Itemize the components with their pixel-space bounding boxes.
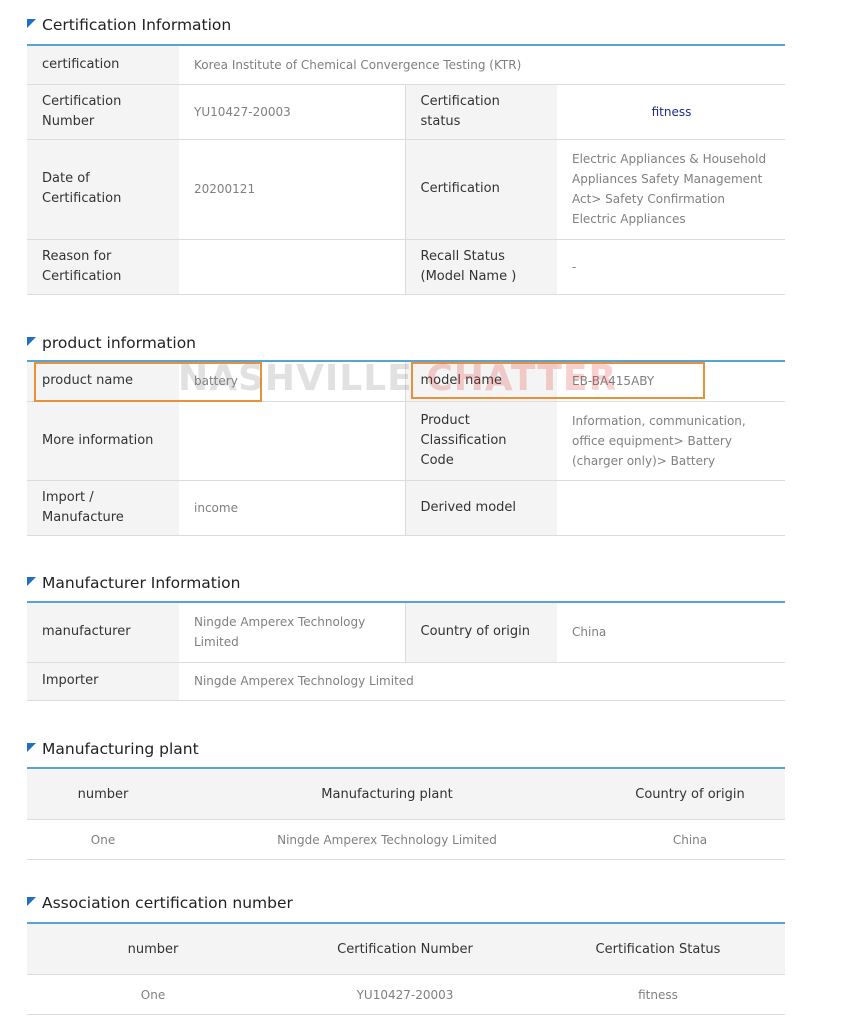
certification-value: Korea Institute of Chemical Convergence … [179,45,786,85]
derived-model-label: Derived model [404,480,557,536]
derived-model-value [557,480,785,536]
column-header: Certification Status [531,922,785,975]
import-manufacture-value: income [179,480,405,536]
table-row: Import / Manufacture income Derived mode… [27,480,785,536]
table-header-row: number Certification Number Certificatio… [27,922,785,975]
country-of-origin-label: Country of origin [404,602,557,663]
section-title-product: product information [27,334,196,352]
table-row: Reason for Certification Recall Status (… [27,239,786,295]
manufacturer-label: manufacturer [27,602,179,663]
certification-table: certification Korea Institute of Chemica… [27,44,786,295]
column-header: number [27,922,279,975]
section-title-plant: Manufacturing plant [27,740,199,758]
importer-label: Importer [27,662,179,701]
table-row: product name battery model name EB-BA415… [27,361,785,402]
table-row: certification Korea Institute of Chemica… [27,45,786,85]
table-cell: China [595,819,785,860]
certification-type-value: Electric Appliances & Household Applianc… [557,139,786,240]
classification-code-label: Product Classification Code [404,401,557,481]
column-header: number [27,767,179,820]
reason-label: Reason for Certification [27,239,179,295]
manufacturer-table: manufacturer Ningde Amperex Technology L… [27,601,785,701]
importer-value: Ningde Amperex Technology Limited [179,662,785,701]
table-cell: One [27,974,279,1015]
section-marker-icon [27,896,36,906]
certification-status-label: Certification status [404,84,557,140]
section-title-association: Association certification number [27,894,293,912]
plant-table: number Manufacturing plant Country of or… [27,767,785,860]
certification-status-value: fitness [557,84,786,140]
recall-status-value: - [557,239,786,295]
table-row: Importer Ningde Amperex Technology Limit… [27,662,785,701]
table-cell: YU10427-20003 [279,974,531,1015]
table-cell: fitness [531,974,785,1015]
certification-label: certification [27,45,179,85]
recall-status-label: Recall Status (Model Name ) [404,239,557,295]
date-of-certification-value: 20200121 [179,139,405,240]
section-marker-icon [27,576,36,586]
section-title-manufacturer: Manufacturer Information [27,574,241,592]
more-information-label: More information [27,401,179,481]
section-marker-icon [27,336,36,346]
more-information-value [179,401,405,481]
table-row: manufacturer Ningde Amperex Technology L… [27,602,785,663]
association-table: number Certification Number Certificatio… [27,922,785,1015]
table-header-row: number Manufacturing plant Country of or… [27,767,785,820]
table-cell: Ningde Amperex Technology Limited [179,819,595,860]
table-row: More information Product Classification … [27,401,785,481]
table-row: Date of Certification 20200121 Certifica… [27,139,786,240]
table-cell: One [27,819,179,860]
product-name-label: product name [27,361,179,402]
section-title-text: Manufacturer Information [42,574,241,592]
section-title-certification: Certification Information [27,16,231,34]
section-title-text: Certification Information [42,16,232,34]
product-name-value: battery [179,361,405,402]
classification-code-value: Information, communication, office equip… [557,401,785,481]
table-row: One Ningde Amperex Technology Limited Ch… [27,819,785,860]
section-title-text: product information [42,334,197,352]
model-name-value: EB-BA415ABY [557,361,785,402]
table-row: Certification Number YU10427-20003 Certi… [27,84,786,140]
certification-number-value: YU10427-20003 [179,84,405,140]
column-header: Certification Number [279,922,531,975]
section-title-text: Manufacturing plant [42,740,199,758]
product-table: product name battery model name EB-BA415… [27,360,785,536]
reason-value [179,239,405,295]
table-row: One YU10427-20003 fitness [27,974,785,1015]
column-header: Country of origin [595,767,785,820]
import-manufacture-label: Import / Manufacture [27,480,179,536]
certification-type-label: Certification [404,139,557,240]
date-of-certification-label: Date of Certification [27,139,179,240]
country-of-origin-value: China [557,602,785,663]
section-marker-icon [27,742,36,752]
model-name-label: model name [404,361,557,402]
column-header: Manufacturing plant [179,767,595,820]
section-marker-icon [27,18,36,28]
manufacturer-value: Ningde Amperex Technology Limited [179,602,405,663]
section-title-text: Association certification number [42,894,293,912]
certification-number-label: Certification Number [27,84,179,140]
